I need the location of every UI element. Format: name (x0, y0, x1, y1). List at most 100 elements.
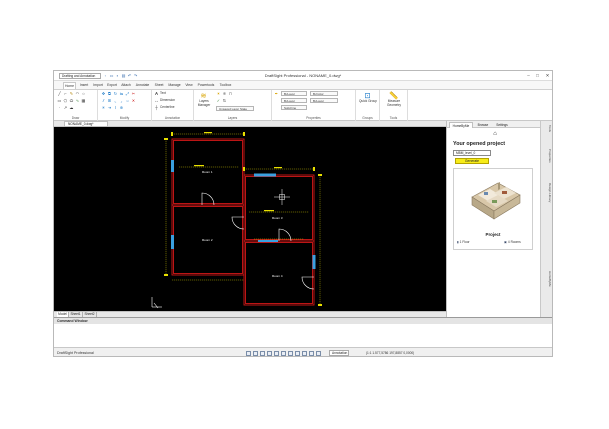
freeze-icon[interactable]: ❄ (222, 91, 227, 96)
tab-homebyme[interactable]: HomeByMe (449, 122, 473, 128)
drawing-canvas[interactable]: Room 1 Room 2 Room 3 Room 4 (54, 127, 446, 311)
quick-group-button[interactable]: Quick Group (357, 99, 379, 104)
minimize-icon[interactable]: – (524, 72, 533, 79)
dimension-button[interactable]: Dimension (160, 98, 175, 103)
hatch-icon[interactable]: ▦ (81, 98, 86, 103)
snap-icon[interactable] (246, 351, 251, 356)
etrack-icon[interactable] (281, 351, 286, 356)
project-card-title: Project (485, 232, 501, 237)
tab-annotate[interactable]: Annotate (134, 82, 151, 89)
text-button[interactable]: Text (160, 91, 166, 96)
tab-view[interactable]: View (184, 82, 194, 89)
point-icon[interactable]: · (57, 105, 62, 110)
project-3d-preview (471, 182, 521, 220)
linetype-style-dropdown[interactable]: ByLayer (310, 98, 338, 103)
tab-attach[interactable]: Attach (120, 82, 132, 89)
quick-input-icon[interactable] (309, 351, 314, 356)
explode-icon[interactable]: ✳ (101, 105, 106, 110)
ribbon-tab-bar: Home Insert Import Export Attach Annotat… (54, 81, 552, 89)
ray-icon[interactable]: ↗ (63, 105, 68, 110)
spline-icon[interactable]: ∿ (75, 98, 80, 103)
circle-icon[interactable]: ○ (81, 91, 86, 96)
maximize-icon[interactable]: □ (533, 72, 542, 79)
vtab-properties[interactable]: Properties (544, 149, 552, 179)
dimension-icon[interactable]: ↔ (154, 98, 159, 103)
tab-sheet[interactable]: Sheet (153, 82, 165, 89)
grid-icon[interactable] (253, 351, 258, 356)
scale-icon[interactable]: ⤢ (125, 91, 130, 96)
lightbulb-icon[interactable]: ☀ (216, 91, 221, 96)
room-label: Room 3 (272, 216, 283, 220)
close-icon[interactable]: ✕ (543, 72, 552, 79)
tab-powertools[interactable]: Powertools (196, 82, 216, 89)
break-icon[interactable]: ⌇ (113, 105, 118, 110)
layer-state-dropdown[interactable]: Unsaved Layer State (216, 106, 254, 111)
tab-toolbox[interactable]: Toolbox (218, 82, 233, 89)
measure-geometry-button[interactable]: Measure Geometry (381, 99, 407, 107)
polar-icon[interactable] (267, 351, 272, 356)
layer-check-icon[interactable]: ✓ (216, 98, 221, 103)
ribbon: ╱ ⌐ ✎ ◠ ○ ▭ ⬠ ⬭ ∿ ▦ · ↗ ☁ Draw ✥ ⧉ ↻ ⇋ ⤢… (54, 89, 552, 121)
lock-icon[interactable]: ⊓ (228, 91, 233, 96)
mirror-icon[interactable]: ⇋ (119, 91, 124, 96)
ellipse-icon[interactable]: ⬭ (69, 98, 74, 103)
vtab-tools[interactable]: Tools (544, 125, 552, 145)
revcloud-icon[interactable]: ☁ (69, 105, 74, 110)
rooms-icon: ▣ (504, 240, 508, 244)
tab-browse[interactable]: Browse (475, 122, 491, 128)
tab-manage[interactable]: Manage (167, 82, 182, 89)
color-dropdown[interactable]: ByLayer (281, 91, 307, 96)
ortho-icon[interactable] (260, 351, 265, 356)
join-icon[interactable]: ⊕ (119, 105, 124, 110)
text-icon[interactable]: A (154, 91, 159, 96)
floor-count: ▮ 1 Floor (457, 240, 470, 244)
arc-icon[interactable]: ◠ (75, 91, 80, 96)
generate-button[interactable]: Generate (455, 158, 489, 164)
pencil-icon[interactable]: ✎ (69, 91, 74, 96)
stretch-icon[interactable]: ⇔ (125, 98, 130, 103)
offset-icon[interactable]: ⫽ (101, 98, 106, 103)
homebyme-panel: HomeByMe Browse Settings ⌂ Your opened p… (446, 121, 540, 317)
vtab-design-library[interactable]: Design Library (544, 183, 552, 223)
tab-insert[interactable]: Insert (78, 82, 90, 89)
tab-export[interactable]: Export (106, 82, 118, 89)
polygon-icon[interactable]: ⬠ (63, 98, 68, 103)
match-properties-icon[interactable]: ✒ (274, 91, 279, 96)
lineweight-icon[interactable] (288, 351, 293, 356)
copy-icon[interactable]: ⧉ (107, 91, 112, 96)
line-icon[interactable]: ╱ (57, 91, 62, 96)
project-heading: Your opened project (453, 141, 506, 147)
tab-settings[interactable]: Settings (493, 122, 511, 128)
polyline-icon[interactable]: ⌐ (63, 91, 68, 96)
project-dropdown[interactable]: MBM_level_0 (453, 150, 491, 156)
centerline-button[interactable]: Centerline (160, 105, 175, 110)
extend-icon[interactable]: ⇥ (107, 105, 112, 110)
lineweight-dropdown[interactable]: Solid line (281, 105, 307, 110)
vtab-homebyme[interactable]: HomeByMe (544, 271, 552, 307)
esnap-icon[interactable] (274, 351, 279, 356)
dynamic-input-icon[interactable] (302, 351, 307, 356)
pattern-icon[interactable]: ⊞ (107, 98, 112, 103)
command-window: Command Window (54, 317, 552, 348)
centerline-icon[interactable]: ┼ (154, 105, 159, 110)
tab-import[interactable]: Import (92, 82, 104, 89)
annotation-scale-dropdown[interactable]: Annotation (329, 350, 349, 356)
fillet-icon[interactable]: ⌞ (113, 98, 118, 103)
command-input[interactable] (54, 324, 552, 348)
delete-icon[interactable]: ✕ (131, 98, 136, 103)
tab-home[interactable]: Home (63, 82, 76, 89)
plotstyle-dropdown[interactable]: ByColor (310, 91, 338, 96)
annotation-visibility-icon[interactable] (316, 351, 321, 356)
status-app-name: DraftSight Professional (57, 351, 94, 355)
rectangle-icon[interactable]: ▭ (57, 98, 62, 103)
move-icon[interactable]: ✥ (101, 91, 106, 96)
chamfer-icon[interactable]: ⌟ (119, 98, 124, 103)
rotate-icon[interactable]: ↻ (113, 91, 118, 96)
model-space-icon[interactable] (295, 351, 300, 356)
home-icon[interactable]: ⌂ (491, 131, 499, 138)
linetype-dropdown[interactable]: ByLayer (281, 98, 307, 103)
trim-icon[interactable]: ✂ (131, 91, 136, 96)
properties-panel: ✒ ByLayer ByLayer Solid line ByColor ByL… (272, 90, 356, 121)
layer-walk-icon[interactable]: ⇅ (222, 98, 227, 103)
layers-manager-button[interactable]: Layers Manager (195, 99, 213, 107)
